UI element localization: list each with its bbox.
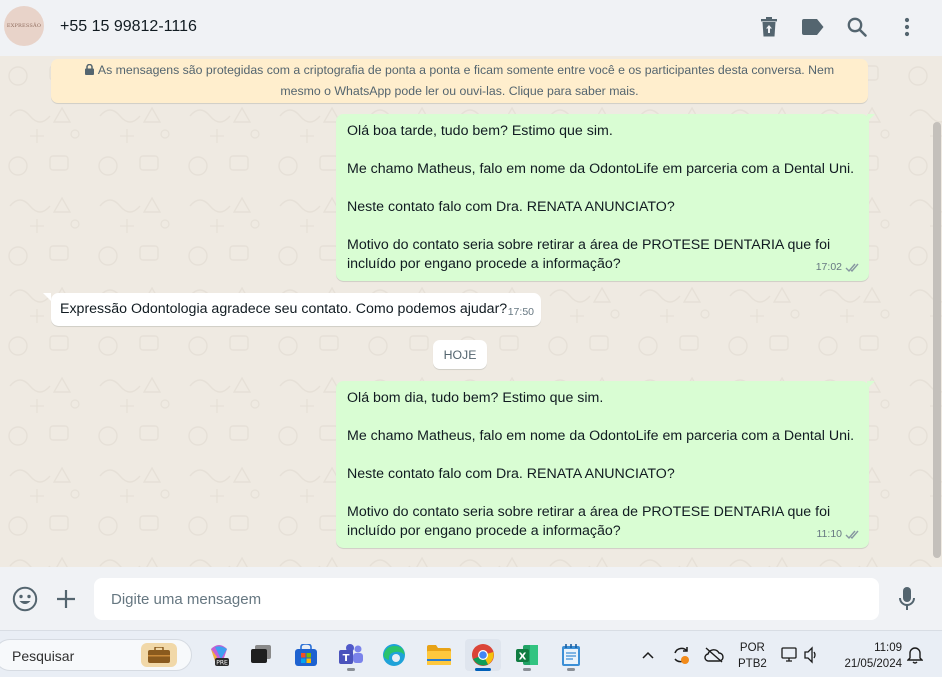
task-view-icon[interactable] <box>243 639 279 671</box>
svg-text:X: X <box>519 652 527 663</box>
message-input[interactable] <box>94 578 879 620</box>
contact-avatar[interactable]: EXPRESSÃO <box>4 6 44 46</box>
message-text-line: Expressão Odontologia agradece seu conta… <box>60 301 508 317</box>
show-hidden-icons-chevron-icon[interactable] <box>634 639 662 671</box>
message-time: 17:02 <box>815 261 842 273</box>
composer-bar <box>0 567 942 630</box>
notepad-icon[interactable] <box>553 639 589 671</box>
day-divider: HOJE <box>433 340 487 369</box>
contact-name[interactable]: +55 15 99812-1116 <box>60 18 197 36</box>
message-text-line: Motivo do contato seria sobre retirar a … <box>347 237 831 253</box>
avatar-logo-text: EXPRESSÃO <box>6 23 42 29</box>
message-text-line: Neste contato falo com Dra. RENATA ANUNC… <box>347 466 675 482</box>
menu-kebab-icon[interactable] <box>894 14 920 40</box>
message-meta: 11:10 <box>817 525 862 544</box>
svg-text:PRE: PRE <box>216 660 228 667</box>
message-text-line: Neste contato falo com Dra. RENATA ANUNC… <box>347 199 675 215</box>
message-time: 11:10 <box>816 528 843 540</box>
clock-time: 11:09 <box>874 642 902 654</box>
message-time: 17:50 <box>507 306 534 318</box>
clock-date: 21/05/2024 <box>844 658 902 670</box>
attach-plus-icon[interactable] <box>52 585 80 613</box>
lock-icon <box>84 64 94 75</box>
cloud-offline-icon[interactable] <box>699 639 729 671</box>
bubble-tail <box>867 114 875 122</box>
encryption-notice[interactable]: As mensagens são protegidas com a cripto… <box>51 59 868 103</box>
message-text-line: Olá bom dia, tudo bem? Estimo que sim. <box>347 390 604 406</box>
windows-taskbar: Pesquisar PRE T X POR PTB2 11:09 21/05/2… <box>0 630 942 677</box>
outgoing-message[interactable]: Olá boa tarde, tudo bem? Estimo que sim.… <box>336 114 869 281</box>
microsoft-store-icon[interactable] <box>288 639 324 671</box>
language-code: POR <box>739 642 765 654</box>
search-icon[interactable] <box>844 14 870 40</box>
message-meta: 17:02 <box>816 258 861 277</box>
chat-scrollbar[interactable] <box>933 122 941 558</box>
taskbar-search-label: Pesquisar <box>12 648 75 664</box>
double-check-icon <box>845 263 859 273</box>
bubble-tail <box>43 293 51 301</box>
message-meta: 17:50 <box>508 303 534 322</box>
outgoing-message[interactable]: Olá bom dia, tudo bem? Estimo que sim. M… <box>336 381 869 548</box>
taskbar-search-box[interactable]: Pesquisar <box>0 639 192 671</box>
double-check-icon <box>845 530 859 540</box>
incoming-message[interactable]: Expressão Odontologia agradece seu conta… <box>51 293 541 326</box>
encryption-notice-line2: mesmo o WhatsApp pode ler ou ouvi-las. C… <box>280 84 639 98</box>
chat-header: EXPRESSÃO +55 15 99812-1116 <box>0 0 942 56</box>
label-tag-icon[interactable] <box>800 14 826 40</box>
encryption-notice-line1: As mensagens são protegidas com a cripto… <box>51 60 868 81</box>
teams-icon[interactable]: T <box>333 639 369 671</box>
edge-browser-icon[interactable] <box>376 639 412 671</box>
svg-text:T: T <box>343 653 350 664</box>
bubble-tail <box>867 381 875 389</box>
copilot-icon[interactable]: PRE <box>201 639 237 671</box>
message-text-line: Motivo do contato seria sobre retirar a … <box>347 504 831 520</box>
chrome-browser-icon[interactable] <box>465 639 501 671</box>
network-volume-tray-icon[interactable] <box>776 639 824 671</box>
notification-bell-icon[interactable] <box>902 639 928 671</box>
message-text-line: incluído por engano procede a informação… <box>347 523 621 539</box>
keyboard-layout: PTB2 <box>738 658 767 670</box>
taskbar-clock[interactable]: 11:09 21/05/2024 <box>838 640 902 672</box>
microphone-icon[interactable] <box>893 585 921 613</box>
excel-icon[interactable]: X <box>509 639 545 671</box>
search-highlight-briefcase-icon <box>141 643 177 667</box>
emoji-icon[interactable] <box>11 585 39 613</box>
file-explorer-icon[interactable] <box>421 639 457 671</box>
message-text-line: Me chamo Matheus, falo em nome da Odonto… <box>347 428 855 444</box>
clear-chat-icon[interactable] <box>756 14 782 40</box>
sync-update-icon[interactable] <box>666 639 696 671</box>
message-text-line: Olá boa tarde, tudo bem? Estimo que sim. <box>347 123 613 139</box>
input-language-indicator[interactable]: POR PTB2 <box>738 640 767 672</box>
message-text-line: incluído por engano procede a informação… <box>347 256 621 272</box>
message-text-line: Me chamo Matheus, falo em nome da Odonto… <box>347 161 855 177</box>
